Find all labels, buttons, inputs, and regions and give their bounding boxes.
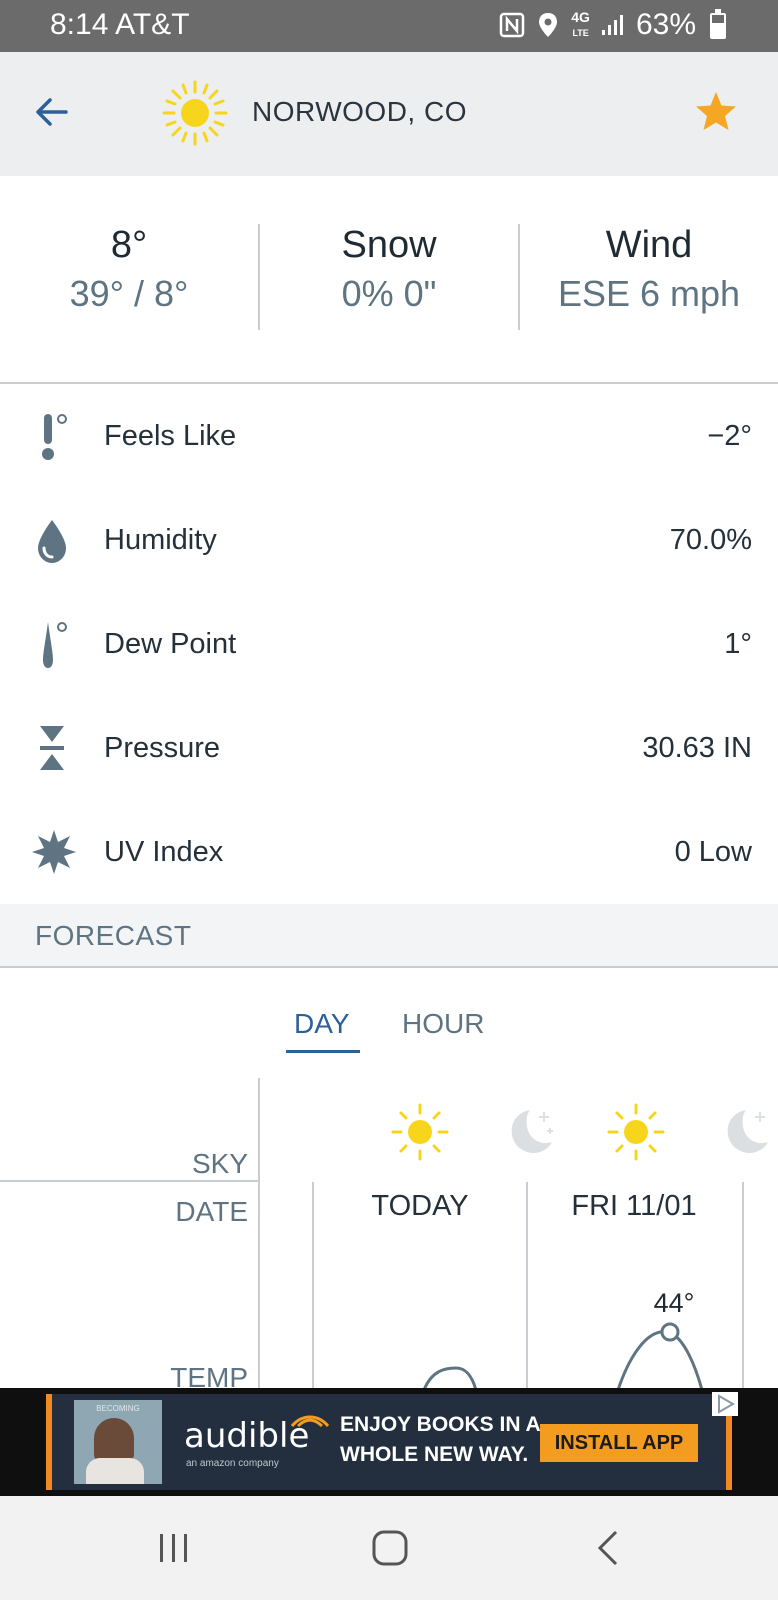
temp-curve-today: [422, 1366, 478, 1390]
ad-headline: ENJOY BOOKS IN A WHOLE NEW WAY.: [340, 1413, 540, 1466]
detail-row-feels-like: Feels Like −2°: [0, 386, 778, 490]
audible-tagline: an amazon company: [186, 1458, 279, 1469]
snow-value: 0% 0": [341, 273, 437, 314]
forecast-date-today: TODAY: [371, 1190, 469, 1222]
temperature-chart: 44°: [422, 1288, 704, 1390]
forecast-section-header: FORECAST: [0, 904, 778, 968]
detail-row-pressure: Pressure 30.63 IN: [0, 698, 778, 802]
detail-label: Humidity: [104, 524, 217, 556]
detail-value: 70.0%: [669, 524, 752, 556]
temp-curve-fri: [616, 1330, 704, 1390]
sun-icon: [607, 1103, 665, 1161]
status-time: 8:14 AT&T: [50, 8, 190, 42]
battery-percent: 63%: [635, 8, 696, 41]
book-cover-image: BECOMING: [74, 1400, 162, 1484]
uv-icon: [32, 830, 76, 874]
high-low-temp: 39° / 8°: [69, 273, 189, 314]
detail-value: 1°: [724, 628, 752, 660]
wind-label: Wind: [605, 224, 693, 266]
detail-label: Dew Point: [104, 628, 237, 660]
location-title: NORWOOD, CO: [252, 96, 467, 127]
signal-icon: [601, 15, 623, 35]
book-cover-body: [86, 1458, 144, 1484]
home-icon[interactable]: [368, 1526, 412, 1570]
current-summary: 8° 39° / 8° Snow 0% 0" Wind ESE 6 mph: [0, 176, 778, 384]
network-label: 4G: [571, 9, 590, 25]
dew-point-icon: [43, 622, 67, 668]
install-app-button[interactable]: INSTALL APP: [540, 1424, 698, 1462]
grid-divider: [0, 1180, 258, 1182]
tab-day[interactable]: DAY: [294, 1008, 350, 1040]
moon-icon: [511, 1110, 553, 1154]
location-icon: [539, 13, 558, 37]
detail-row-dew-point: Dew Point 1°: [0, 594, 778, 698]
lte-icon: 4G LTE: [571, 10, 590, 40]
ad-frame[interactable]: BECOMING audible an amazon company ENJOY…: [46, 1394, 732, 1490]
moon-icon: [727, 1110, 768, 1154]
temp-point-fri-high: [660, 1322, 680, 1342]
tab-hour[interactable]: HOUR: [402, 1008, 484, 1040]
snow-label: Snow: [341, 224, 437, 266]
star-icon[interactable]: [692, 88, 740, 136]
system-navbar: [0, 1496, 778, 1600]
summary-snow: Snow 0% 0": [260, 224, 518, 315]
status-icons: 4G LTE 63%: [499, 8, 718, 42]
active-tab-indicator: [286, 1050, 360, 1053]
pressure-icon: [40, 726, 64, 770]
detail-label: Feels Like: [104, 420, 237, 452]
sun-icon: [162, 80, 228, 146]
detail-value: 0 Low: [674, 836, 752, 868]
forecast-date-fri: FRI 11/01: [571, 1190, 697, 1222]
recent-apps-icon[interactable]: [152, 1526, 196, 1570]
detail-label: Pressure: [104, 732, 221, 764]
detail-label: UV Index: [104, 836, 224, 868]
detail-row-humidity: Humidity 70.0%: [0, 490, 778, 594]
thermometer-icon: [42, 414, 67, 460]
current-temp: 8°: [110, 224, 148, 266]
status-carrier: AT&T: [115, 8, 190, 41]
detail-value: −2°: [707, 420, 752, 452]
ad-banner[interactable]: BECOMING audible an amazon company ENJOY…: [0, 1388, 778, 1496]
status-bar: 8:14 AT&T 4G LTE 63%: [0, 0, 778, 52]
battery-level-fill: [712, 23, 724, 37]
sun-icon: [391, 1103, 449, 1161]
arrow-left-icon[interactable]: [28, 88, 76, 136]
row-label-sky: SKY: [191, 1148, 248, 1179]
detail-row-uv-index: UV Index 0 Low: [0, 802, 778, 906]
network-sub-label: LTE: [572, 28, 589, 38]
summary-temperature: 8° 39° / 8°: [0, 224, 258, 315]
back-icon[interactable]: [588, 1526, 632, 1570]
adchoices-icon[interactable]: [712, 1392, 738, 1416]
wind-value: ESE 6 mph: [557, 273, 741, 314]
forecast-title: FORECAST: [35, 920, 192, 951]
location-header: NORWOOD, CO: [0, 52, 778, 176]
status-clock: 8:14: [50, 8, 109, 41]
summary-wind: Wind ESE 6 mph: [520, 224, 778, 315]
battery-icon: [710, 9, 726, 39]
book-title: BECOMING: [96, 1404, 140, 1413]
conditions-list: Feels Like −2° Humidity 70.0% Dew Point …: [0, 386, 778, 906]
water-drop-icon: [38, 520, 66, 563]
audible-waves-icon: [290, 1415, 330, 1428]
detail-value: 30.63 IN: [642, 732, 752, 764]
nfc-icon: [500, 12, 525, 38]
temp-label-fri-high: 44°: [654, 1288, 695, 1318]
